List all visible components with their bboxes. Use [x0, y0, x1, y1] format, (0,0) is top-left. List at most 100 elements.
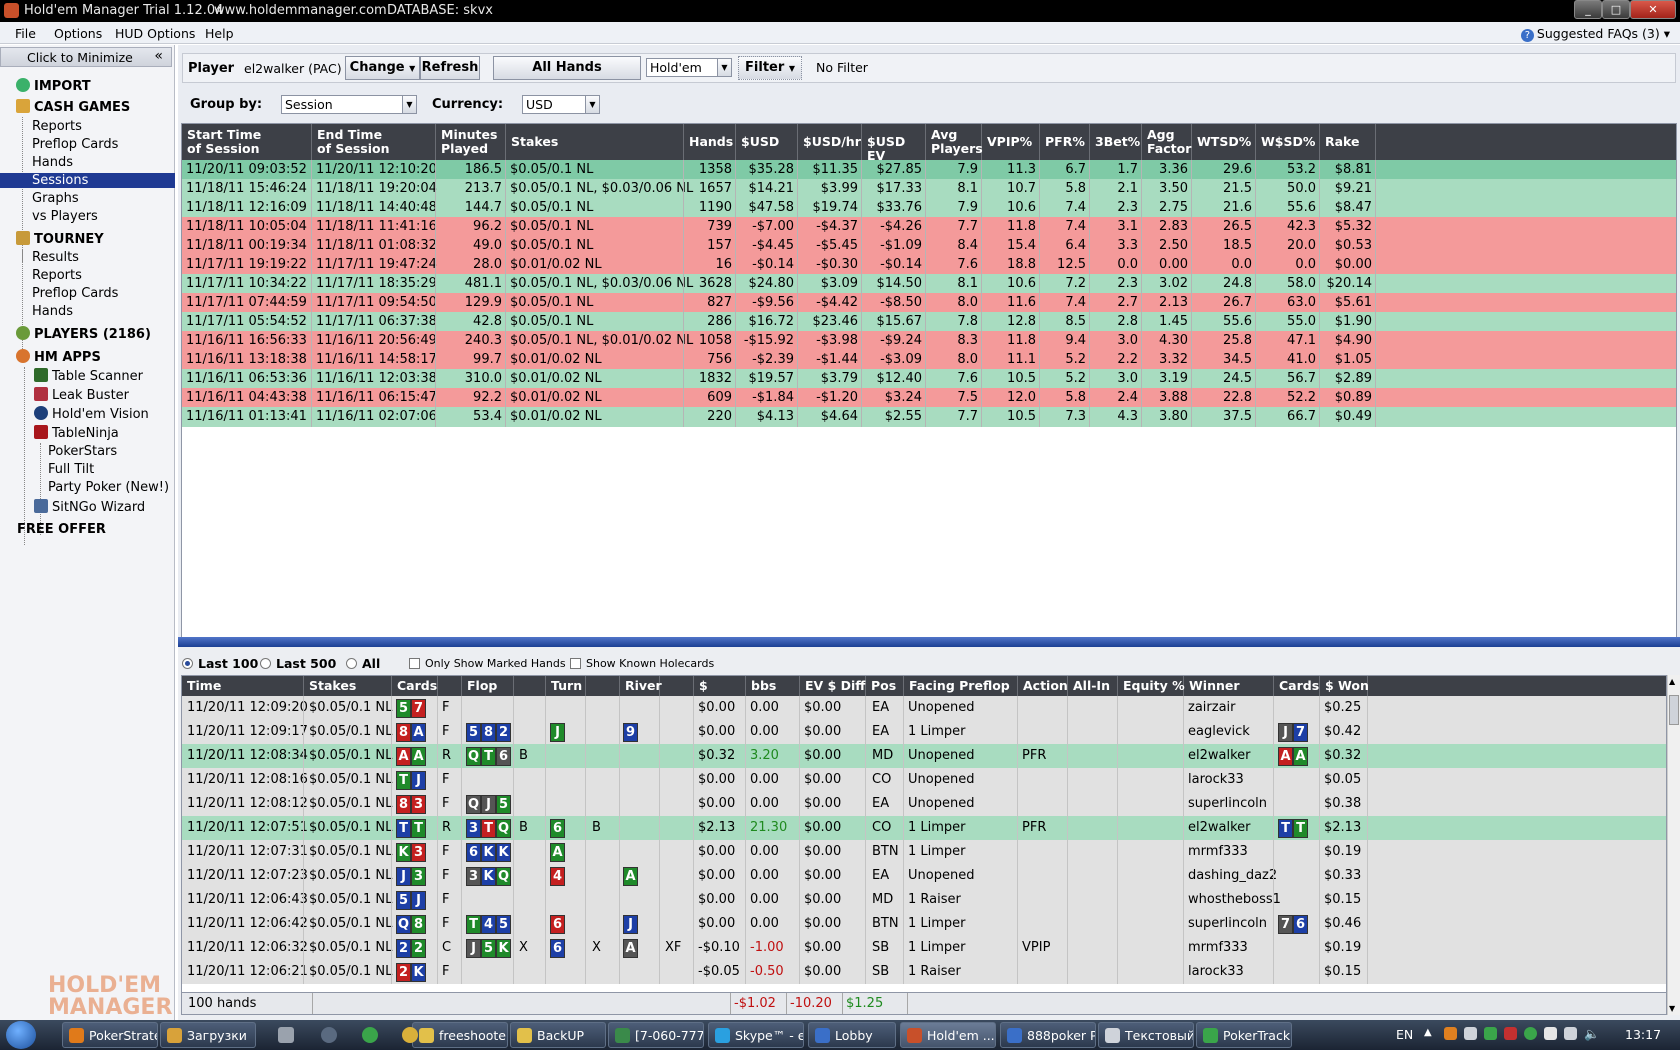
tray-icon[interactable]	[1524, 1027, 1537, 1040]
hands-col-header[interactable]: Stakes	[304, 676, 392, 696]
sidebar-item-sitngo-wizard[interactable]: SitNGo Wizard	[34, 499, 145, 515]
taskbar-item[interactable]: PokerTrack...	[1196, 1022, 1292, 1048]
sessions-col-header[interactable]: PFR%	[1040, 124, 1090, 160]
taskbar-item[interactable]: Загрузки	[160, 1022, 256, 1048]
session-row[interactable]: 11/16/11 13:18:38 11/16/11 14:58:17 99.7 $0…	[182, 350, 1676, 370]
hands-col-header[interactable]: $ Won	[1320, 676, 1369, 696]
sessions-col-header[interactable]: W$SD%	[1256, 124, 1320, 160]
hands-col-header[interactable]: All-In	[1068, 676, 1118, 696]
panel-splitter[interactable]	[178, 637, 1680, 647]
hand-row[interactable]: 11/20/11 12:06:43 $0.05/0.1 NL 5 J F $0.00 0.0…	[182, 888, 1666, 912]
refresh-button[interactable]: Refresh	[420, 56, 480, 80]
sessions-col-header[interactable]: VPIP%	[982, 124, 1040, 160]
session-row[interactable]: 11/16/11 01:13:41 11/16/11 02:07:06 53.4 $0…	[182, 407, 1676, 427]
hands-col-header[interactable]: Time	[182, 676, 304, 696]
taskbar-item[interactable]: [7-060-777...	[608, 1022, 704, 1048]
sidebar-item-full-tilt[interactable]: Full Tilt	[48, 462, 94, 477]
session-row[interactable]: 11/18/11 00:19:34 11/18/11 01:08:32 49.0 $0…	[182, 236, 1676, 256]
menu-options[interactable]: Options	[54, 26, 102, 41]
sessions-col-header[interactable]: $USD EV	[862, 124, 926, 163]
session-row[interactable]: 11/16/11 06:53:36 11/16/11 12:03:38 310.0 $…	[182, 369, 1676, 389]
hands-col-header[interactable]	[660, 676, 694, 696]
session-row[interactable]: 11/17/11 19:19:22 11/17/11 19:47:24 28.0 $0…	[182, 255, 1676, 275]
sessions-col-header[interactable]: $USD/hr	[798, 124, 862, 160]
taskbar-item[interactable]: 888poker P...	[1000, 1022, 1096, 1048]
tray-icon[interactable]	[1444, 1027, 1457, 1040]
session-row[interactable]: 11/16/11 16:56:33 11/16/11 20:56:49 240.3 $…	[182, 331, 1676, 351]
hands-col-header[interactable]: Cards	[1274, 676, 1320, 696]
show-known-checkbox[interactable]	[570, 658, 581, 669]
scroll-down-icon[interactable]: ▼	[1669, 1004, 1675, 1013]
last-500-label[interactable]: Last 500	[276, 656, 336, 671]
sessions-col-header[interactable]: Rake	[1320, 124, 1376, 160]
sidebar-item-sessions[interactable]: Sessions	[0, 173, 175, 188]
hands-col-header[interactable]: Winner	[1184, 676, 1274, 696]
sessions-col-header[interactable]: Agg Factor	[1142, 124, 1192, 160]
sidebar-hm-apps[interactable]: HM APPS	[16, 349, 101, 365]
sidebar-players[interactable]: PLAYERS (2186)	[16, 326, 151, 342]
sessions-col-header[interactable]: Stakes	[506, 124, 684, 160]
sidebar-item-vs-players[interactable]: vs Players	[32, 209, 98, 224]
sessions-col-header[interactable]: Hands	[684, 124, 736, 160]
show-known-label[interactable]: Show Known Holecards	[586, 657, 714, 670]
minimize-window-button[interactable]: _	[1574, 0, 1602, 19]
hand-row[interactable]: 11/20/11 12:06:42 $0.05/0.1 NL Q 8 F T 4 5 6 J $0.…	[182, 912, 1666, 936]
start-button[interactable]	[6, 1021, 36, 1049]
session-row[interactable]: 11/18/11 10:05:04 11/18/11 11:41:16 96.2 $0…	[182, 217, 1676, 237]
sidebar-item-cash-hands[interactable]: Hands	[32, 155, 73, 170]
tray-icon[interactable]	[1464, 1027, 1477, 1040]
all-label[interactable]: All	[362, 656, 380, 671]
hands-scrollbar[interactable]: ▲ ▼	[1667, 675, 1680, 1015]
tray-expand-icon[interactable]: ▲	[1424, 1027, 1432, 1038]
quicklaunch-icon[interactable]	[321, 1027, 337, 1043]
sidebar-tourney[interactable]: TOURNEY	[16, 231, 104, 247]
sessions-col-header[interactable]: WTSD%	[1192, 124, 1256, 160]
change-player-button[interactable]: Change ▼	[345, 56, 420, 80]
currency-select[interactable]: USD ▼	[522, 95, 600, 114]
hand-row[interactable]: 11/20/11 12:07:31 $0.05/0.1 NL K 3 F 6 K K A $0.0…	[182, 840, 1666, 864]
hand-row[interactable]: 11/20/11 12:09:20 $0.05/0.1 NL 5 7 F $0.00 0.0…	[182, 696, 1666, 720]
utorrent-icon[interactable]	[362, 1027, 378, 1043]
sidebar-item-graphs[interactable]: Graphs	[32, 191, 79, 206]
close-window-button[interactable]: ✕	[1630, 0, 1676, 19]
menu-help[interactable]: Help	[205, 26, 234, 41]
scroll-thumb[interactable]	[1669, 695, 1679, 725]
session-row[interactable]: 11/17/11 07:44:59 11/17/11 09:54:50 129.9 $…	[182, 293, 1676, 313]
suggested-faqs[interactable]: ? Suggested FAQs (3) ▾	[1520, 26, 1670, 42]
menu-file[interactable]: File	[15, 26, 36, 41]
sidebar-item-pokerstars[interactable]: PokerStars	[48, 444, 117, 459]
last-100-label[interactable]: Last 100	[198, 656, 258, 671]
session-row[interactable]: 11/18/11 15:46:24 11/18/11 19:20:04 213.7 $…	[182, 179, 1676, 199]
hands-col-header[interactable]: Flop	[462, 676, 514, 696]
sidebar-item-tourney-results[interactable]: Results	[32, 250, 79, 265]
hands-col-header[interactable]	[586, 676, 620, 696]
sessions-col-header[interactable]: 3Bet%	[1090, 124, 1142, 160]
clock[interactable]: 13:17	[1625, 1027, 1661, 1042]
hand-row[interactable]: 11/20/11 12:07:51 $0.05/0.1 NL T T R 3 T Q B 6 B $2…	[182, 816, 1666, 840]
taskbar-item[interactable]: Skype™ - e...	[708, 1022, 804, 1048]
tray-icon[interactable]	[1544, 1027, 1557, 1040]
tray-icon[interactable]	[1504, 1027, 1517, 1040]
session-row[interactable]: 11/17/11 05:54:52 11/17/11 06:37:38 42.8 $0…	[182, 312, 1676, 332]
sidebar-item-holdem-vision[interactable]: Hold'em Vision	[34, 406, 149, 422]
hands-col-header[interactable]: Turn	[546, 676, 586, 696]
hand-row[interactable]: 11/20/11 12:09:17 $0.05/0.1 NL 8 A F 5 8 2 J 9 $0.…	[182, 720, 1666, 744]
hands-col-header[interactable]: EV $ Diff	[800, 676, 866, 696]
sessions-col-header[interactable]: Minutes Played	[436, 124, 506, 160]
hands-col-header[interactable]: Equity %	[1118, 676, 1185, 696]
sidebar-item-leak-buster[interactable]: Leak Buster	[34, 387, 129, 403]
sidebar-item-tableninja[interactable]: TableNinja	[34, 425, 119, 441]
all-hands-button[interactable]: All Hands	[493, 56, 641, 80]
hands-col-header[interactable]	[514, 676, 546, 696]
minimize-sidebar-button[interactable]: Click to Minimize «	[0, 47, 172, 67]
hands-col-header[interactable]	[438, 676, 462, 696]
sidebar-item-tourney-reports[interactable]: Reports	[32, 268, 82, 283]
hand-row[interactable]: 11/20/11 12:08:34 $0.05/0.1 NL A A R Q T 6 B $0.3…	[182, 744, 1666, 768]
session-row[interactable]: 11/18/11 12:16:09 11/18/11 14:40:48 144.7 $…	[182, 198, 1676, 218]
scroll-up-icon[interactable]: ▲	[1669, 677, 1675, 686]
sidebar-item-cash-preflop-cards[interactable]: Preflop Cards	[32, 137, 118, 152]
hand-row[interactable]: 11/20/11 12:06:21 $0.05/0.1 NL 2 K F -$0.05 -0…	[182, 960, 1666, 984]
sidebar-item-tourney-preflop-cards[interactable]: Preflop Cards	[32, 286, 118, 301]
sessions-col-header[interactable]: Avg Players	[926, 124, 983, 160]
taskbar-item[interactable]: Текстовый...	[1098, 1022, 1194, 1048]
